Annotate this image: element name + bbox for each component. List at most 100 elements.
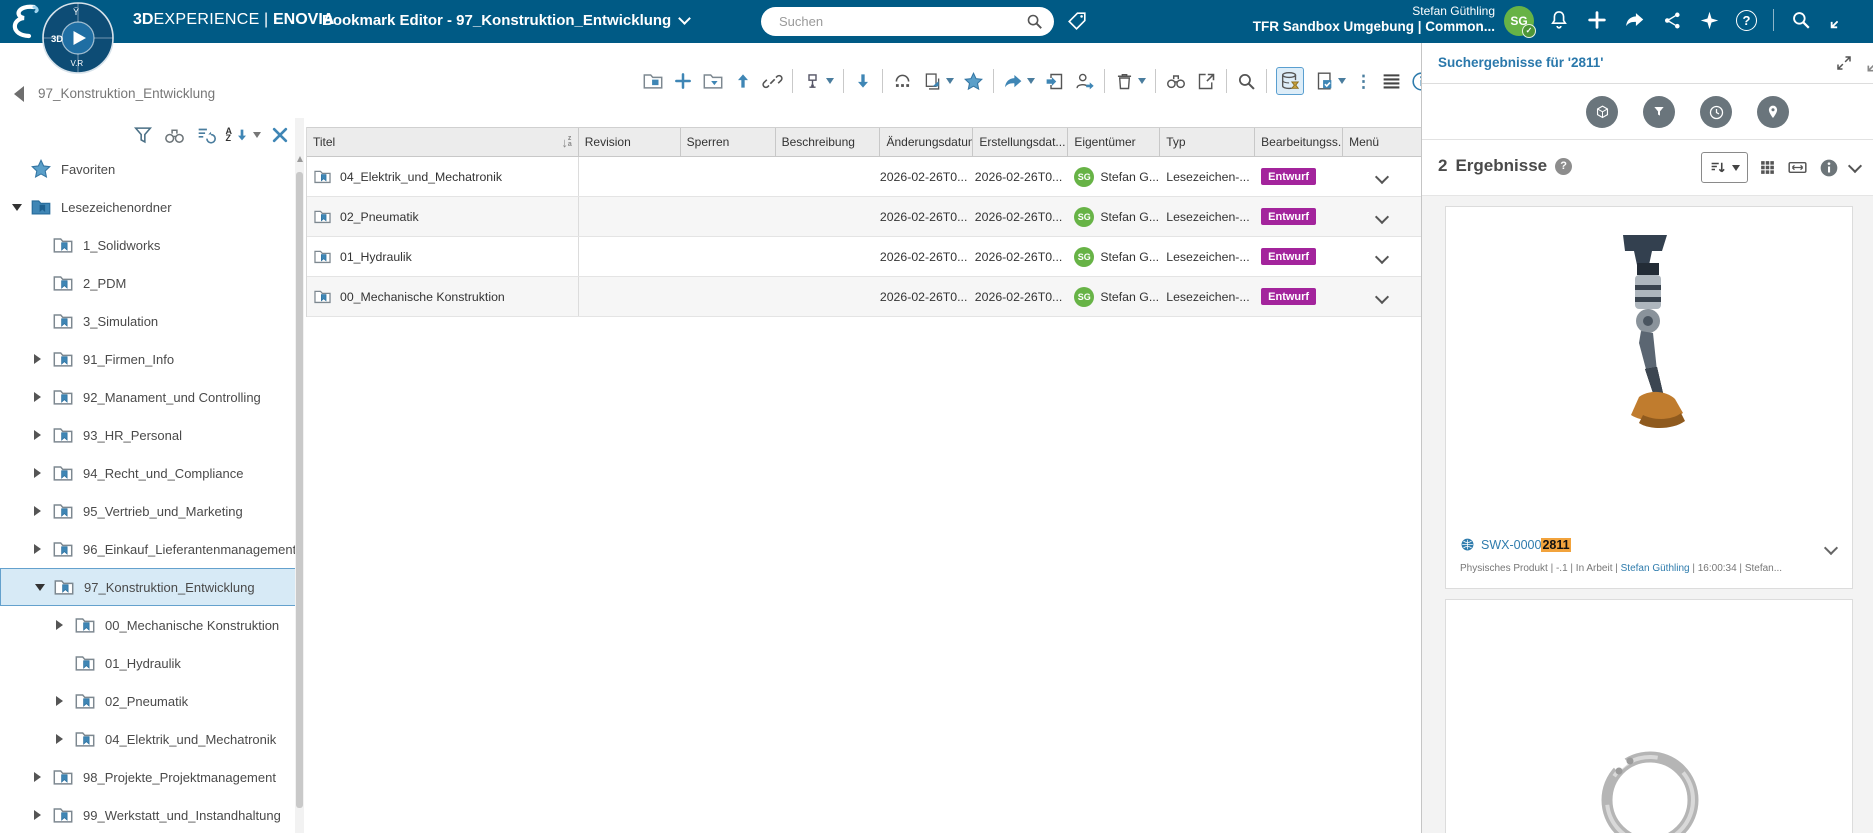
3d-shape-filter-button[interactable]: [1586, 96, 1618, 128]
row-title[interactable]: 00_Mechanische Konstruktion: [340, 290, 505, 304]
new-folder-button[interactable]: [702, 70, 724, 92]
caret-right-icon[interactable]: [34, 354, 52, 364]
column-header-revision[interactable]: Revision: [579, 128, 681, 156]
user-info[interactable]: Stefan Güthling TFR Sandbox Umgebung | C…: [1253, 4, 1495, 36]
export-button[interactable]: [892, 71, 913, 92]
column-header-bearbeitungsstatus[interactable]: Bearbeitungss..: [1255, 128, 1343, 156]
tree-scrollbar-thumb[interactable]: [296, 172, 303, 808]
scroll-up-icon[interactable]: [297, 156, 303, 162]
global-search[interactable]: [761, 7, 1054, 36]
filter-icon[interactable]: [132, 124, 154, 146]
notifications-bell-icon[interactable]: [1548, 9, 1570, 31]
column-header-eigentuemer[interactable]: Eigentümer: [1068, 128, 1160, 156]
structure-view-button[interactable]: [802, 71, 834, 92]
column-header-typ[interactable]: Typ: [1160, 128, 1255, 156]
owner-link[interactable]: Stefan Güthling: [1621, 563, 1690, 574]
download-button[interactable]: [853, 71, 873, 91]
more-options-button[interactable]: ⋮: [1355, 73, 1372, 90]
caret-right-icon[interactable]: [56, 734, 74, 744]
sort-za-icon[interactable]: ↓za: [561, 135, 571, 150]
column-header-erstellungsdatum[interactable]: Erstellungsdat...: [973, 128, 1068, 156]
link-button[interactable]: [762, 71, 783, 92]
find-button[interactable]: [1165, 70, 1187, 92]
tree-item-2-pdm[interactable]: 2_PDM: [0, 264, 296, 302]
add-content-button[interactable]: [673, 71, 693, 91]
tag-icon[interactable]: [1066, 10, 1088, 32]
clipped-icon[interactable]: [1865, 54, 1873, 74]
search-topbar-icon[interactable]: [1790, 9, 1812, 31]
delete-button[interactable]: [1114, 71, 1146, 92]
open-in-button[interactable]: [1044, 71, 1065, 92]
tree-item-lesezeichenordner[interactable]: Lesezeichenordner: [0, 188, 296, 226]
tree-item-96-einkauf-lieferantenmanagement[interactable]: 96_Einkauf_Lieferantenmanagement: [0, 530, 296, 568]
info-icon[interactable]: [1819, 158, 1839, 178]
result-card[interactable]: SWX-00002811 Physisches Produkt | -.1 | …: [1445, 206, 1853, 589]
tree-item-91-firmen-info[interactable]: 91_Firmen_Info: [0, 340, 296, 378]
grid-view-icon[interactable]: [1759, 159, 1776, 176]
avatar[interactable]: SG ✓: [1504, 6, 1534, 36]
tree-item-01-hydraulik[interactable]: 01_Hydraulik: [0, 644, 296, 682]
open-external-button[interactable]: [1196, 71, 1217, 92]
app-title-dropdown[interactable]: Bookmark Editor - 97_Konstruktion_Entwic…: [322, 12, 689, 29]
search-input[interactable]: [777, 13, 1025, 30]
table-row[interactable]: 04_Elektrik_und_Mechatronik 2026-02-26T0…: [307, 157, 1421, 197]
table-row[interactable]: 00_Mechanische Konstruktion 2026-02-26T0…: [307, 277, 1421, 317]
tree-item-04-elektrik-und-mechatronik[interactable]: 04_Elektrik_und_Mechatronik: [0, 720, 296, 758]
column-header-beschreibung[interactable]: Beschreibung: [776, 128, 881, 156]
row-title[interactable]: 01_Hydraulik: [340, 250, 412, 264]
column-header-menue[interactable]: Menü: [1343, 128, 1421, 156]
result-card[interactable]: [1445, 599, 1853, 833]
clipped-expand-icon[interactable]: [1828, 9, 1838, 31]
card-expand-chevron-icon[interactable]: [1824, 541, 1838, 555]
tree-item-99-werkstatt-und-instandhaltung[interactable]: 99_Werkstatt_und_Instandhaltung: [0, 796, 296, 833]
row-title[interactable]: 04_Elektrik_und_Mechatronik: [340, 170, 502, 184]
favorite-button[interactable]: [963, 71, 984, 92]
caret-right-icon[interactable]: [34, 392, 52, 402]
list-rows-button[interactable]: [1381, 71, 1402, 92]
compass-3d-label[interactable]: 3D: [51, 34, 63, 45]
row-menu-chevron-icon[interactable]: [1375, 249, 1389, 263]
add-plus-icon[interactable]: [1586, 9, 1608, 31]
add-bookmark-button[interactable]: [642, 70, 664, 92]
column-header-sperren[interactable]: Sperren: [681, 128, 776, 156]
collapse-chevron-icon[interactable]: [1848, 159, 1862, 173]
recent-clock-button[interactable]: [1700, 96, 1732, 128]
column-header-titel[interactable]: Titel ↓za: [307, 128, 579, 156]
caret-down-icon[interactable]: [35, 584, 53, 591]
table-row[interactable]: 01_Hydraulik 2026-02-26T0... 2026-02-26T…: [307, 237, 1421, 277]
row-menu-chevron-icon[interactable]: [1375, 289, 1389, 303]
3ds-logo-icon[interactable]: [8, 4, 40, 40]
tree-item-favoriten[interactable]: Favoriten: [0, 150, 296, 188]
sort-dropdown[interactable]: [1701, 152, 1748, 183]
back-arrow-icon[interactable]: [14, 86, 24, 102]
search-icon[interactable]: [1025, 12, 1044, 31]
compass-vr-label[interactable]: V.R: [71, 59, 84, 68]
compass-star-icon[interactable]: [1699, 10, 1720, 31]
refresh-list-icon[interactable]: [195, 124, 217, 146]
result-link[interactable]: SWX-00002811: [1460, 537, 1571, 552]
caret-right-icon[interactable]: [34, 506, 52, 516]
tree-item-1-solidworks[interactable]: 1_Solidworks: [0, 226, 296, 264]
tree-item-00-mechanische-konstruktion[interactable]: 00_Mechanische Konstruktion: [0, 606, 296, 644]
row-menu-chevron-icon[interactable]: [1375, 169, 1389, 183]
breadcrumb[interactable]: 97_Konstruktion_Entwicklung: [38, 86, 215, 101]
tree-item-97-konstruktion-entwicklung-selected[interactable]: 97_Konstruktion_Entwicklung: [0, 568, 296, 606]
tree-item-93-hr-personal[interactable]: 93_HR_Personal: [0, 416, 296, 454]
table-row[interactable]: 02_Pneumatik 2026-02-26T0... 2026-02-26T…: [307, 197, 1421, 237]
row-menu-chevron-icon[interactable]: [1375, 209, 1389, 223]
report-button[interactable]: [1313, 70, 1346, 92]
tree-item-02-pneumatik[interactable]: 02_Pneumatik: [0, 682, 296, 720]
tree-item-92-manament-und-controlling[interactable]: 92_Manament_und Controlling: [0, 378, 296, 416]
tree-item-94-recht-und-compliance[interactable]: 94_Recht_und_Compliance: [0, 454, 296, 492]
caret-right-icon[interactable]: [34, 430, 52, 440]
sort-az-button[interactable]: AZ: [226, 126, 262, 144]
caret-right-icon[interactable]: [56, 696, 74, 706]
filter-funnel-button[interactable]: [1643, 96, 1675, 128]
expand-panel-icon[interactable]: [1835, 54, 1853, 72]
help-icon[interactable]: ?: [1736, 10, 1757, 31]
caret-right-icon[interactable]: [56, 620, 74, 630]
column-header-aenderungsdatum[interactable]: Änderungsdatum: [880, 128, 973, 156]
tree-item-3-simulation[interactable]: 3_Simulation: [0, 302, 296, 340]
3dexperience-compass[interactable]: 3D V.R Ÿ: [42, 2, 114, 74]
help-icon[interactable]: ?: [1555, 158, 1572, 175]
